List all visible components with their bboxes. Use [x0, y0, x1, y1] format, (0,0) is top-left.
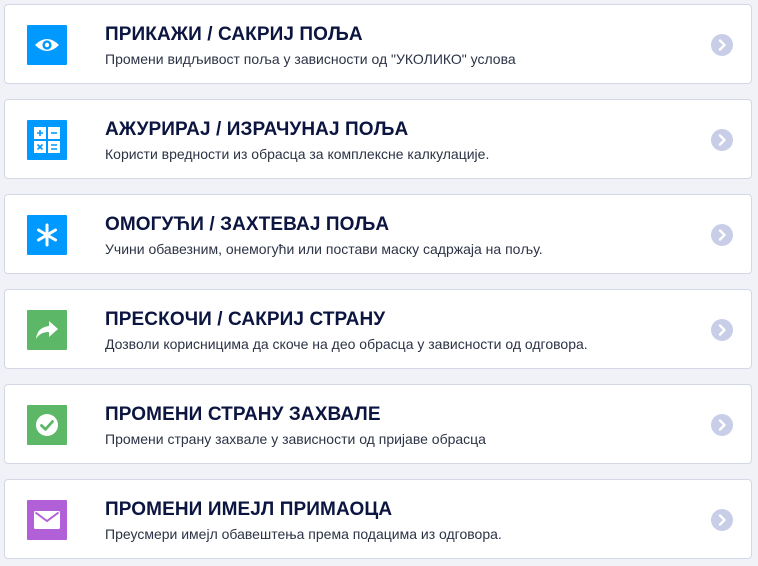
chevron-right-icon[interactable]	[711, 319, 733, 341]
condition-card-skip-page[interactable]: ПРЕСКОЧИ / САКРИЈ СТРАНУ Дозволи корисни…	[4, 289, 752, 369]
check-circle-icon	[27, 405, 67, 445]
share-arrow-icon	[27, 310, 67, 350]
chevron-right-icon[interactable]	[711, 414, 733, 436]
card-description: Користи вредности из обрасца за комплекс…	[105, 146, 490, 162]
condition-card-change-email-recipient[interactable]: ПРОМЕНИ ИМЕЈЛ ПРИМАОЦА Преусмери имејл о…	[4, 479, 752, 559]
card-title: АЖУРИРАЈ / ИЗРАЧУНАЈ ПОЉА	[105, 119, 409, 140]
chevron-right-icon[interactable]	[711, 129, 733, 151]
chevron-right-icon[interactable]	[711, 34, 733, 56]
condition-type-list: ПРИКАЖИ / САКРИЈ ПОЉА Промени видљивост …	[0, 0, 758, 566]
condition-card-thank-you-page[interactable]: ПРОМЕНИ СТРАНУ ЗАХВАЛЕ Промени страну за…	[4, 384, 752, 464]
eye-icon	[27, 25, 67, 65]
card-title: ПРОМЕНИ ИМЕЈЛ ПРИМАОЦА	[105, 499, 393, 520]
calculator-icon	[27, 120, 67, 160]
card-description: Учини обавезним, онемогући или постави м…	[105, 241, 543, 257]
card-description: Промени видљивост поља у зависности од "…	[105, 51, 516, 67]
condition-card-enable-require[interactable]: ОМОГУЋИ / ЗАХТЕВАЈ ПОЉА Учини обавезним,…	[4, 194, 752, 274]
card-title: ПРЕСКОЧИ / САКРИЈ СТРАНУ	[105, 309, 386, 330]
chevron-right-icon[interactable]	[711, 224, 733, 246]
card-title: ПРОМЕНИ СТРАНУ ЗАХВАЛЕ	[105, 404, 381, 425]
condition-card-update-calculate[interactable]: АЖУРИРАЈ / ИЗРАЧУНАЈ ПОЉА Користи вредно…	[4, 99, 752, 179]
card-description: Преусмери имејл обавештења према подацим…	[105, 526, 502, 542]
asterisk-icon	[27, 215, 67, 255]
card-title: ОМОГУЋИ / ЗАХТЕВАЈ ПОЉА	[105, 214, 390, 235]
card-title: ПРИКАЖИ / САКРИЈ ПОЉА	[105, 24, 363, 45]
chevron-right-icon[interactable]	[711, 509, 733, 531]
card-description: Дозволи корисницима да скоче на део обра…	[105, 336, 588, 352]
card-description: Промени страну захвале у зависности од п…	[105, 431, 486, 447]
envelope-icon	[27, 500, 67, 540]
condition-card-show-hide[interactable]: ПРИКАЖИ / САКРИЈ ПОЉА Промени видљивост …	[4, 4, 752, 84]
